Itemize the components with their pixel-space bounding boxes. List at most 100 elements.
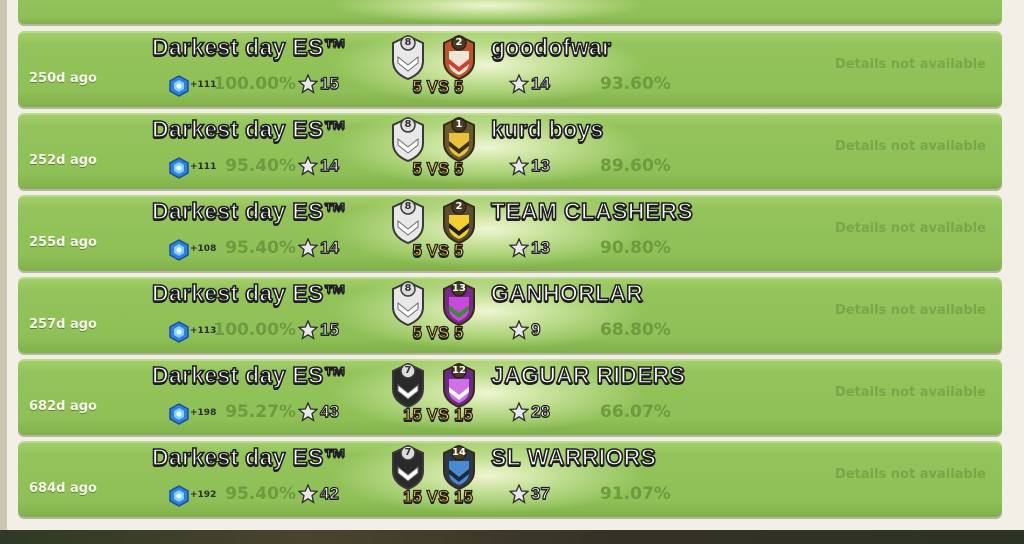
clan-name: Darkest day ES™ <box>151 33 347 61</box>
clan-badge-level: 8 <box>404 283 412 294</box>
clan-xp-icon <box>169 321 189 343</box>
war-time-ago: 255d ago <box>29 235 97 250</box>
war-time-ago: 682d ago <box>29 399 97 414</box>
opponent-stars: 37 <box>530 483 550 503</box>
details-not-available-label: Details not available <box>835 385 986 400</box>
opponent-star-icon <box>509 484 529 504</box>
war-log-row[interactable]: 684d ago Darkest day ES™ +192 95.40% 42 … <box>18 441 1002 517</box>
opponent-star-icon <box>509 238 529 258</box>
clan-destruction-percent: 100.00% <box>213 74 296 94</box>
clan-xp-earned: +192 <box>190 490 217 500</box>
clan-xp-icon <box>169 485 189 507</box>
clan-stars: 15 <box>319 73 339 93</box>
opponent-destruction-percent: 66.07% <box>600 402 671 422</box>
details-not-available-label: Details not available <box>835 303 986 318</box>
war-size-label: 5 VS 5 <box>412 158 464 178</box>
opponent-star-icon <box>509 74 529 94</box>
war-size-label: 15 VS 15 <box>402 404 473 424</box>
opponent-stars: 9 <box>530 319 541 339</box>
war-size-label: 15 VS 15 <box>402 486 473 506</box>
opponent-destruction-percent: 68.80% <box>600 320 671 340</box>
opponent-name: SL WARRIORS <box>490 443 657 471</box>
war-log-row-partial[interactable] <box>18 0 1002 24</box>
clan-xp-earned: +108 <box>190 244 217 254</box>
opponent-name: goodofwar <box>490 33 612 61</box>
opponent-star-icon <box>509 156 529 176</box>
clan-badge-level: 7 <box>404 447 412 458</box>
opponent-name: JAGUAR RIDERS <box>490 361 686 389</box>
clan-name: Darkest day ES™ <box>151 361 347 389</box>
clan-destruction-percent: 95.40% <box>225 238 296 258</box>
clan-xp-icon <box>169 157 189 179</box>
clan-badge-level: 7 <box>404 365 412 376</box>
opponent-badge-level: 2 <box>455 201 463 212</box>
clan-star-icon <box>298 484 318 504</box>
war-size-label: 5 VS 5 <box>412 322 464 342</box>
clan-star-icon <box>298 238 318 258</box>
opponent-destruction-percent: 90.80% <box>600 238 671 258</box>
opponent-stars: 13 <box>530 155 550 175</box>
details-not-available-label: Details not available <box>835 139 986 154</box>
opponent-badge-level: 13 <box>452 283 466 294</box>
war-log-row[interactable]: 257d ago Darkest day ES™ +113 100.00% 15… <box>18 277 1002 353</box>
opponent-destruction-percent: 93.60% <box>600 74 671 94</box>
row-highlight <box>318 113 658 189</box>
war-size-label: 5 VS 5 <box>412 76 464 96</box>
opponent-name: kurd boys <box>490 115 604 143</box>
war-time-ago: 250d ago <box>29 71 97 86</box>
opponent-stars: 14 <box>530 73 550 93</box>
war-log-panel: 250d ago Darkest day ES™ +111 100.00% 15… <box>0 0 1024 530</box>
details-not-available-label: Details not available <box>835 221 986 236</box>
clan-stars: 14 <box>319 155 339 175</box>
clan-destruction-percent: 95.40% <box>225 156 296 176</box>
panel-left-edge <box>0 0 7 530</box>
opponent-stars: 13 <box>530 237 550 257</box>
clan-destruction-percent: 95.27% <box>225 402 296 422</box>
opponent-badge-level: 12 <box>452 365 466 376</box>
clan-badge-level: 8 <box>404 119 412 130</box>
details-not-available-label: Details not available <box>835 57 986 72</box>
clan-stars: 43 <box>319 401 339 421</box>
clan-stars: 14 <box>319 237 339 257</box>
clan-name: Darkest day ES™ <box>151 443 347 471</box>
clan-xp-earned: +111 <box>190 162 217 172</box>
opponent-badge-level: 14 <box>452 447 466 458</box>
game-background-strip <box>0 530 1024 544</box>
opponent-name: TEAM CLASHERS <box>490 197 693 225</box>
opponent-badge-level: 2 <box>455 37 463 48</box>
war-time-ago: 252d ago <box>29 153 97 168</box>
clan-badge-level: 8 <box>404 37 412 48</box>
clan-destruction-percent: 95.40% <box>225 484 296 504</box>
clan-xp-earned: +198 <box>190 408 217 418</box>
war-size-label: 5 VS 5 <box>412 240 464 260</box>
opponent-star-icon <box>509 402 529 422</box>
opponent-stars: 28 <box>530 401 550 421</box>
opponent-destruction-percent: 91.07% <box>600 484 671 504</box>
clan-star-icon <box>298 156 318 176</box>
clan-stars: 15 <box>319 319 339 339</box>
clan-star-icon <box>298 402 318 422</box>
clan-xp-icon <box>169 239 189 261</box>
opponent-name: GANHORLAR <box>490 279 644 307</box>
war-log-row[interactable]: 255d ago Darkest day ES™ +108 95.40% 14 … <box>18 195 1002 271</box>
details-not-available-label: Details not available <box>835 467 986 482</box>
war-log-row[interactable]: 682d ago Darkest day ES™ +198 95.27% 43 … <box>18 359 1002 435</box>
clan-badge-level: 8 <box>404 201 412 212</box>
war-time-ago: 257d ago <box>29 317 97 332</box>
opponent-badge-level: 1 <box>455 119 463 130</box>
clan-destruction-percent: 100.00% <box>213 320 296 340</box>
row-highlight <box>318 0 658 24</box>
war-log-row[interactable]: 250d ago Darkest day ES™ +111 100.00% 15… <box>18 31 1002 107</box>
opponent-destruction-percent: 89.60% <box>600 156 671 176</box>
war-time-ago: 684d ago <box>29 481 97 496</box>
clan-stars: 42 <box>319 483 339 503</box>
clan-xp-icon <box>169 403 189 425</box>
clan-star-icon <box>298 320 318 340</box>
opponent-star-icon <box>509 320 529 340</box>
clan-name: Darkest day ES™ <box>151 279 347 307</box>
clan-xp-icon <box>169 75 189 97</box>
clan-star-icon <box>298 74 318 94</box>
war-log-row[interactable]: 252d ago Darkest day ES™ +111 95.40% 14 … <box>18 113 1002 189</box>
clan-name: Darkest day ES™ <box>151 197 347 225</box>
clan-name: Darkest day ES™ <box>151 115 347 143</box>
